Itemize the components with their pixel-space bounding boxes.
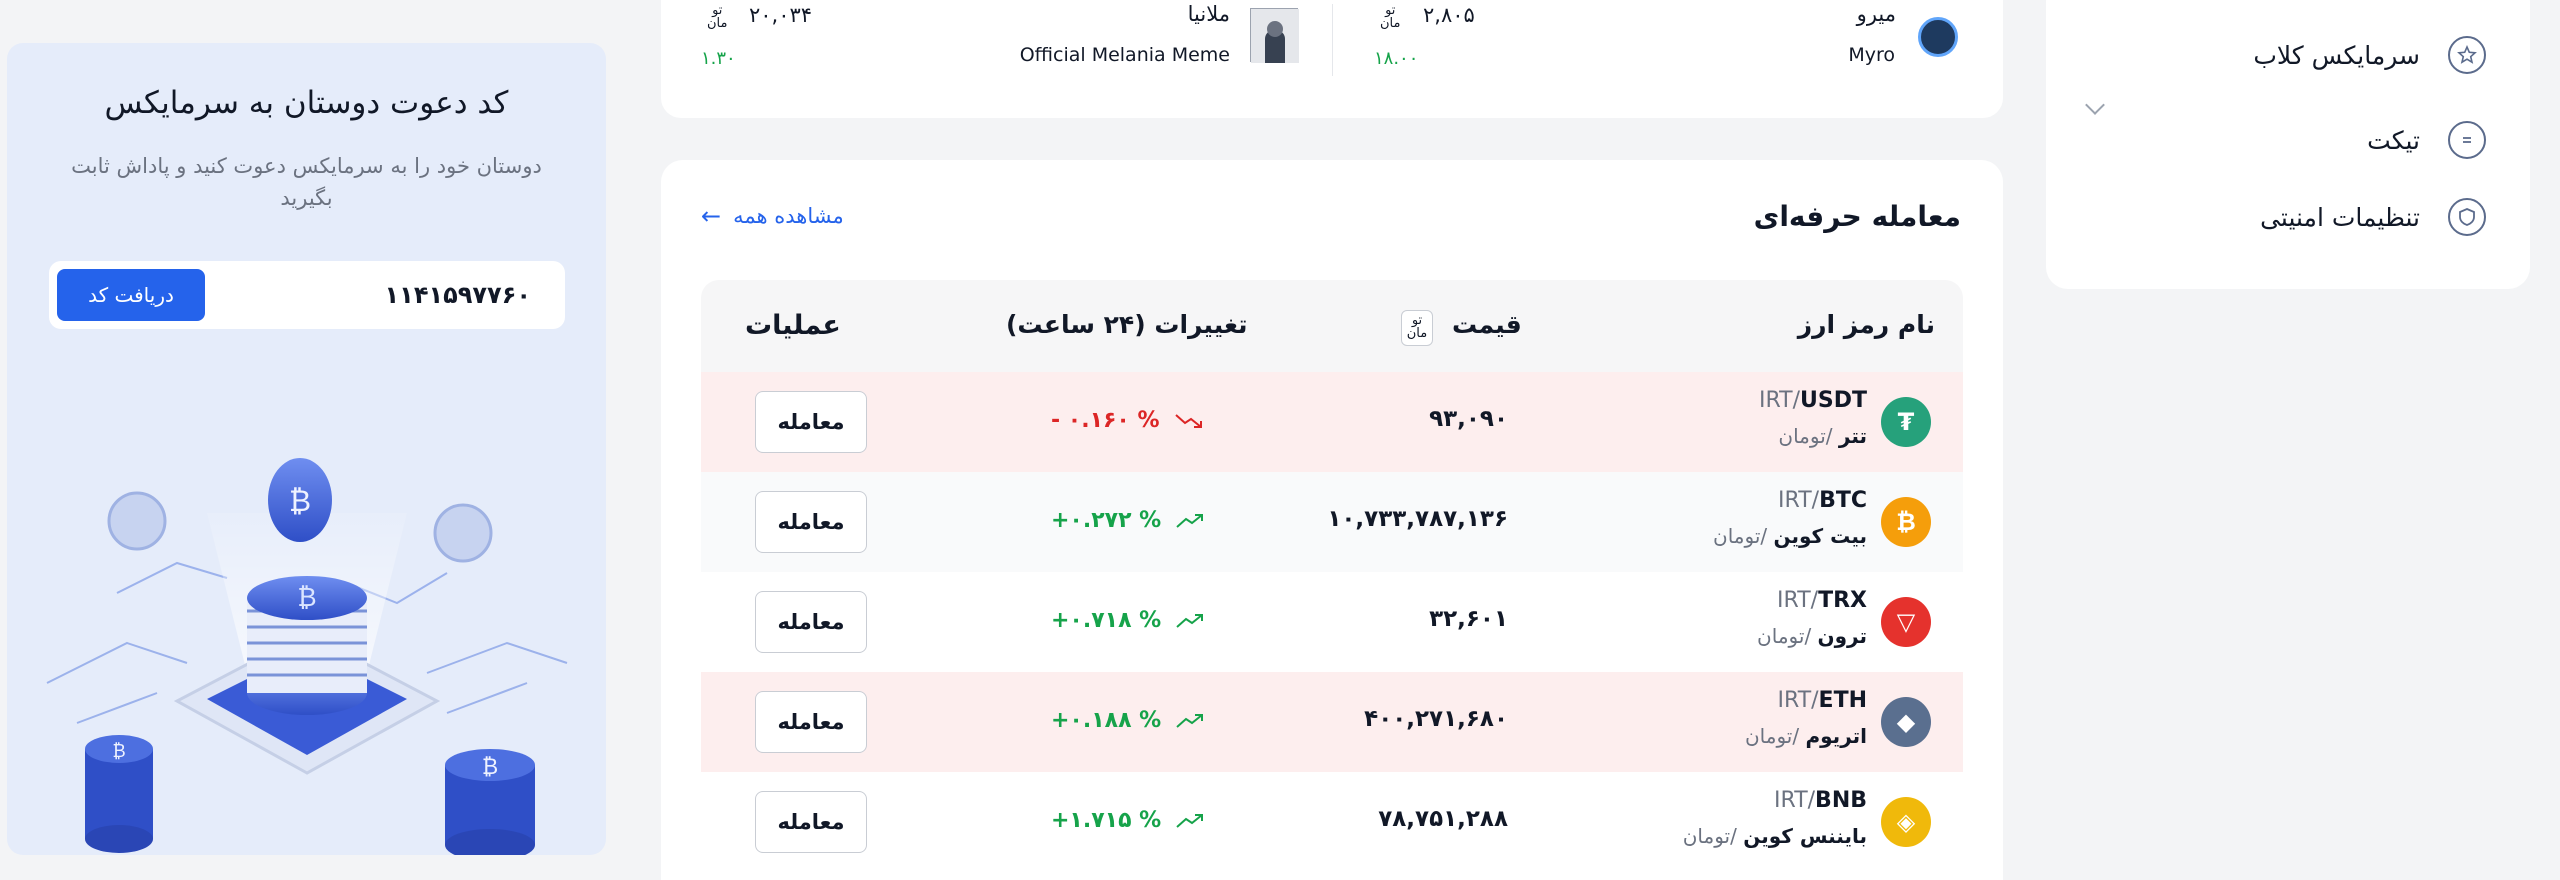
usdt-icon: ₮ xyxy=(1881,397,1931,447)
trend-down-icon xyxy=(1174,413,1202,428)
coin-price: ۴۰۰,۲۷۱,۶۸۰ xyxy=(1364,706,1508,732)
ticker-price: ۲,۸۰۵ xyxy=(1423,3,1475,27)
coin-name: اتریوم /تومان xyxy=(1744,724,1867,748)
chevron-down-icon[interactable] xyxy=(2085,95,2105,115)
melania-thumbnail xyxy=(1250,8,1299,63)
table-row[interactable]: ◈ IRT/BNB بایننس کوین /تومان ۷۸,۷۵۱,۲۸۸ +۱.۷… xyxy=(701,772,1963,872)
toman-unit: تو مان xyxy=(707,3,728,31)
coin-price: ۳۲,۶۰۱ xyxy=(1429,606,1508,632)
header-ops: عملیات xyxy=(745,310,841,341)
header-change: تغییرات (۲۴ ساعت) xyxy=(1006,310,1248,339)
svg-text:₿: ₿ xyxy=(289,484,311,519)
pro-trade-card: معامله حرفه‌ای ← مشاهده همه نام رمز ارز … xyxy=(661,160,2003,880)
get-code-button[interactable]: دریافت کد xyxy=(57,269,205,321)
sidebar-menu: سرمایکس کلاب تیکت تنظیمات امنیتی xyxy=(2046,0,2530,289)
section-title: معامله حرفه‌ای xyxy=(1753,200,1961,233)
market-ticker: میرو Myro ۲,۸۰۵ تو مان ۱۸.۰۰ ملانیا Offic… xyxy=(661,0,2003,118)
table-row[interactable]: ◆ IRT/ETH اتریوم /تومان ۴۰۰,۲۷۱,۶۸۰ +۰.۱۸۸ %… xyxy=(701,672,1963,772)
sidebar-item-club[interactable]: سرمایکس کلاب xyxy=(2253,25,2486,85)
sidebar-item-label: تیکت xyxy=(2367,125,2420,155)
market-table: نام رمز ارز قیمت تو مان تغییرات (۲۴ ساعت)… xyxy=(701,280,1963,872)
star-icon xyxy=(2448,36,2486,74)
sidebar-item-label: سرمایکس کلاب xyxy=(2253,40,2420,70)
coin-name: بایننس کوین /تومان xyxy=(1682,824,1867,848)
sidebar-item-security[interactable]: تنظیمات امنیتی xyxy=(2260,187,2486,247)
ticker-abbr: میرو xyxy=(1856,2,1896,26)
trade-button[interactable]: معامله xyxy=(755,491,867,553)
coin-name: تتر /تومان xyxy=(1778,424,1867,448)
price-change: +۰.۷۱۸ % xyxy=(1051,608,1205,633)
ticker-name: Official Melania Meme xyxy=(1019,44,1230,66)
trend-up-icon xyxy=(1176,813,1204,828)
price-change: +۱.۷۱۵ % xyxy=(1051,808,1205,833)
trend-up-icon xyxy=(1176,713,1204,728)
price-change: - ۰.۱۶۰ % xyxy=(1051,408,1204,433)
svg-text:₿: ₿ xyxy=(297,583,316,613)
view-all-link[interactable]: ← مشاهده همه xyxy=(701,202,844,230)
trade-button[interactable]: معامله xyxy=(755,791,867,853)
divider xyxy=(1332,4,1333,76)
pair-label: IRT/BNB xyxy=(1774,788,1867,813)
pair-label: IRT/ETH xyxy=(1777,688,1867,713)
bnb-icon: ◈ xyxy=(1881,797,1931,847)
btc-icon: ₿ xyxy=(1881,497,1931,547)
invite-code-box: ۱۱۴۱۵۹۷۷۶۰ دریافت کد xyxy=(49,261,565,329)
pair-label: IRT/BTC xyxy=(1778,488,1867,513)
table-header: نام رمز ارز قیمت تو مان تغییرات (۲۴ ساعت)… xyxy=(701,280,1963,372)
pair-label: IRT/USDT xyxy=(1758,388,1867,413)
trade-button[interactable]: معامله xyxy=(755,591,867,653)
trx-icon: ▽ xyxy=(1881,597,1931,647)
coins-illustration: ₿ ₿ ₿ ₿ xyxy=(46,458,568,855)
toman-unit: تو مان xyxy=(1401,310,1433,346)
invite-description: دوستان خود را به سرمایکس دعوت کنید و پاد… xyxy=(71,154,542,210)
sidebar-item-label: تنظیمات امنیتی xyxy=(2260,202,2420,232)
ticket-icon xyxy=(2448,121,2486,159)
ticker-abbr: ملانیا xyxy=(1187,2,1230,26)
trade-button[interactable]: معامله xyxy=(755,691,867,753)
toman-unit: تو مان xyxy=(1380,3,1401,31)
ticker-change: ۱.۳۰ xyxy=(701,48,736,69)
shield-icon xyxy=(2448,198,2486,236)
svg-text:₿: ₿ xyxy=(482,755,498,780)
ticker-change: ۱۸.۰۰ xyxy=(1374,48,1419,69)
eth-icon: ◆ xyxy=(1881,697,1931,747)
trend-up-icon xyxy=(1176,513,1204,528)
sidebar-item-ticket[interactable]: تیکت xyxy=(2367,110,2486,170)
invite-code: ۱۱۴۱۵۹۷۷۶۰ xyxy=(384,281,531,309)
table-row[interactable]: ₮ IRT/USDT تتر /تومان ۹۳,۰۹۰ - ۰.۱۶۰ % معامله xyxy=(701,372,1963,472)
ticker-price: ۲۰,۰۳۴ xyxy=(749,3,813,27)
trade-button[interactable]: معامله xyxy=(755,391,867,453)
invite-card: کد دعوت دوستان به سرمایکس دوستان خود را … xyxy=(7,43,606,855)
svg-text:₿: ₿ xyxy=(112,741,125,762)
view-all-label: مشاهده همه xyxy=(733,204,844,228)
price-change: +۰.۲۷۲ % xyxy=(1051,508,1205,533)
coin-price: ۷۸,۷۵۱,۲۸۸ xyxy=(1378,806,1508,832)
coin-name: ترون /تومان xyxy=(1757,624,1867,648)
price-change: +۰.۱۸۸ % xyxy=(1051,708,1205,733)
pair-label: IRT/TRX xyxy=(1777,588,1867,613)
invite-title: کد دعوت دوستان به سرمایکس xyxy=(104,85,509,121)
header-name: نام رمز ارز xyxy=(1797,310,1935,339)
trend-up-icon xyxy=(1176,613,1204,628)
ticker-name: Myro xyxy=(1848,44,1895,66)
table-row[interactable]: ▽ IRT/TRX ترون /تومان ۳۲,۶۰۱ +۰.۷۱۸ % معامله xyxy=(701,572,1963,672)
coin-price: ۱۰,۷۳۳,۷۸۷,۱۳۶ xyxy=(1327,506,1508,532)
arrow-left-icon: ← xyxy=(701,202,722,230)
coin-name: بیت کوین /تومان xyxy=(1713,524,1867,548)
table-row[interactable]: ₿ IRT/BTC بیت کوین /تومان ۱۰,۷۳۳,۷۸۷,۱۳۶ +۰.… xyxy=(701,472,1963,572)
myro-icon xyxy=(1918,17,1958,57)
header-price: قیمت xyxy=(1452,310,1522,339)
coin-price: ۹۳,۰۹۰ xyxy=(1429,406,1508,432)
